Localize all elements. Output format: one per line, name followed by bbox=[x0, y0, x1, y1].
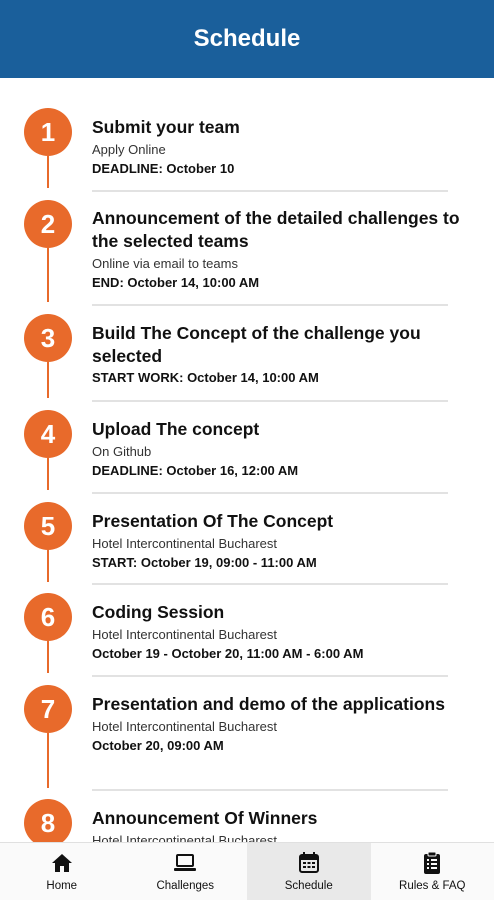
laptop-icon bbox=[174, 853, 197, 871]
nav-schedule[interactable]: Schedule bbox=[247, 843, 371, 900]
divider bbox=[92, 675, 448, 677]
item-detail: DEADLINE: October 16, 12:00 AM bbox=[92, 463, 299, 478]
item-subtitle: Apply Online bbox=[92, 142, 166, 157]
timeline-connector bbox=[47, 641, 49, 673]
timeline-connector bbox=[47, 458, 49, 490]
timeline-connector bbox=[47, 362, 49, 398]
timeline-connector bbox=[47, 248, 49, 302]
item-title: Submit your team bbox=[92, 117, 240, 137]
item-detail: October 20, 09:00 AM bbox=[92, 738, 224, 753]
item-detail: October 19 - October 20, 11:00 AM - 6:00… bbox=[92, 646, 364, 661]
timeline-connector bbox=[47, 550, 49, 582]
app-header: Schedule bbox=[0, 0, 494, 78]
nav-label: Rules & FAQ bbox=[399, 879, 466, 892]
step-number-badge: 2 bbox=[24, 200, 72, 248]
timeline-connector bbox=[47, 156, 49, 188]
page-title: Schedule bbox=[193, 25, 301, 52]
step-number-badge: 1 bbox=[24, 108, 72, 156]
step-number-badge: 7 bbox=[24, 685, 72, 733]
item-subtitle: Hotel Intercontinental Bucharest bbox=[92, 627, 277, 642]
item-detail: START: October 19, 09:00 - 11:00 AM bbox=[92, 555, 317, 570]
divider bbox=[92, 789, 448, 791]
step-number-badge: 5 bbox=[24, 502, 72, 550]
item-subtitle: Online via email to teams bbox=[92, 256, 238, 271]
divider bbox=[92, 492, 448, 494]
timeline-connector bbox=[47, 733, 49, 788]
item-subtitle: Hotel Intercontinental Bucharest bbox=[92, 833, 277, 842]
step-number-badge: 3 bbox=[24, 314, 72, 362]
item-title: Presentation Of The Concept bbox=[92, 511, 334, 531]
bottom-navigation: Home Challenges Schedule Rules & FAQ bbox=[0, 842, 494, 900]
step-number-badge: 6 bbox=[24, 593, 72, 641]
nav-challenges[interactable]: Challenges bbox=[124, 843, 248, 900]
home-icon bbox=[51, 853, 72, 872]
step-number-badge: 4 bbox=[24, 410, 72, 458]
schedule-list[interactable]: 1 Submit your team Apply Online DEADLINE… bbox=[0, 78, 494, 842]
calendar-icon bbox=[298, 851, 319, 873]
item-title: Presentation and demo of the application… bbox=[92, 694, 445, 714]
divider bbox=[92, 400, 448, 402]
item-subtitle: Hotel Intercontinental Bucharest bbox=[92, 719, 277, 734]
divider bbox=[92, 583, 448, 585]
step-number-badge: 8 bbox=[24, 799, 72, 842]
item-subtitle: Hotel Intercontinental Bucharest bbox=[92, 536, 277, 551]
nav-home[interactable]: Home bbox=[0, 843, 124, 900]
item-title: Announcement Of Winners bbox=[92, 808, 318, 828]
nav-label: Challenges bbox=[156, 879, 215, 892]
item-title: Build The Concept of the challenge you s… bbox=[92, 323, 421, 366]
item-subtitle: On Github bbox=[92, 444, 152, 459]
item-detail: DEADLINE: October 10 bbox=[92, 161, 235, 176]
clipboard-icon bbox=[424, 851, 441, 874]
item-title: Upload The concept bbox=[92, 419, 260, 439]
divider bbox=[92, 304, 448, 306]
item-detail: END: October 14, 10:00 AM bbox=[92, 275, 260, 290]
nav-label: Schedule bbox=[284, 879, 333, 892]
item-title: Announcement of the detailed challenges … bbox=[92, 208, 460, 251]
nav-label: Home bbox=[46, 879, 78, 892]
nav-rules-faq[interactable]: Rules & FAQ bbox=[371, 843, 494, 900]
item-detail: START WORK: October 14, 10:00 AM bbox=[92, 370, 319, 385]
item-title: Coding Session bbox=[92, 602, 225, 622]
divider bbox=[92, 190, 448, 192]
